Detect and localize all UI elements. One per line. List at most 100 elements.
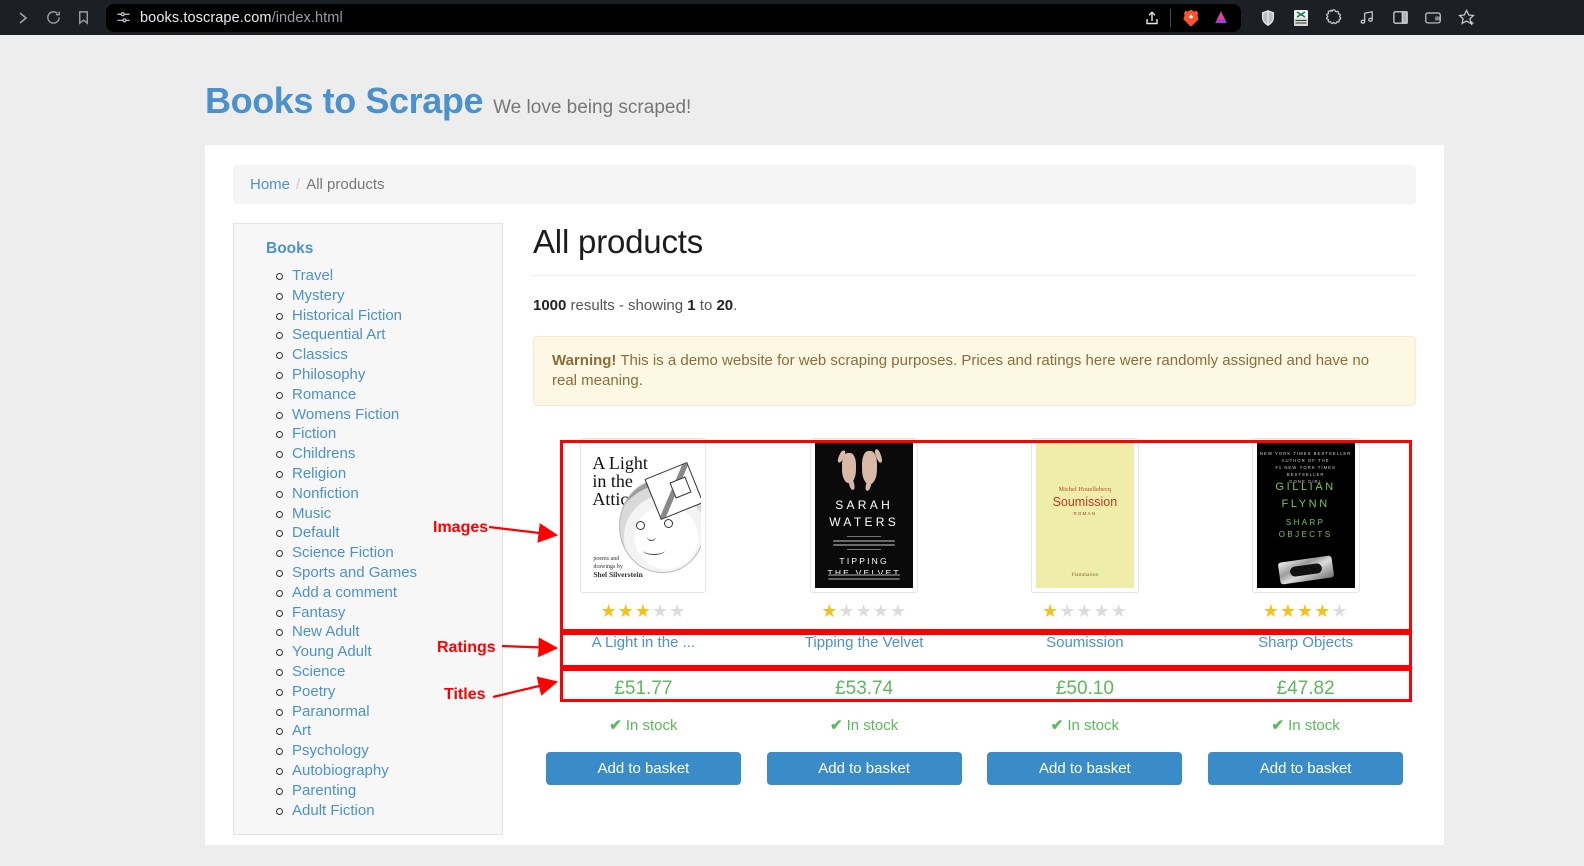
sidebar-item-label[interactable]: Sports and Games [292,564,417,581]
sidebar-item-label[interactable]: Default [292,524,340,541]
sidebar-item-classics[interactable]: Classics [276,345,502,365]
sidebar-item-womens-fiction[interactable]: Womens Fiction [276,405,502,425]
brave-lion-icon[interactable] [1181,8,1201,28]
product-thumbnail[interactable]: A Light in the Attic [533,425,754,595]
shield-icon[interactable] [1257,7,1279,29]
sidebar-item-autobiography[interactable]: Autobiography [276,761,502,781]
cover-tipping-the-velvet: SARAH WATERS TIPPING THE VELVET [815,443,913,588]
sidebar-item-poetry[interactable]: Poetry [276,682,502,702]
leo-ai-icon[interactable] [1211,8,1231,28]
sidebar-item-label[interactable]: Fantasy [292,604,345,621]
sidebar-item-label[interactable]: Philosophy [292,366,365,383]
rating-stars: ★★★★★ [1195,595,1416,627]
address-bar[interactable]: books.toscrape.com/index.html [106,4,1241,32]
sidebar-item-label[interactable]: Classics [292,346,348,363]
site-brand[interactable]: Books to Scrape [205,80,483,122]
sidebar-item-sequential-art[interactable]: Sequential Art [276,325,502,345]
star-icon: ★ [669,601,686,622]
sidebar-item-add-a-comment[interactable]: Add a comment [276,583,502,603]
sidebar-item-label[interactable]: Travel [292,267,333,284]
sidebar-item-parenting[interactable]: Parenting [276,781,502,801]
sidebar-item-label[interactable]: Add a comment [292,584,397,601]
sidebar-item-science-fiction[interactable]: Science Fiction [276,543,502,563]
product-title-link[interactable]: Tipping the Velvet [805,634,924,651]
sidebar-item-adult-fiction[interactable]: Adult Fiction [276,801,502,821]
sidebar-item-label[interactable]: Romance [292,386,356,403]
cover-author-text: SARAH WATERS [815,497,913,531]
sidebar-item-label[interactable]: Paranormal [292,703,370,720]
product-title-link[interactable]: Soumission [1046,634,1124,651]
product-title-link[interactable]: A Light in the ... [592,634,695,651]
sidebar-item-label[interactable]: Adult Fiction [292,802,375,819]
sidebar-item-label[interactable]: Young Adult [292,643,372,660]
site-settings-icon[interactable] [116,10,131,25]
add-to-basket-button[interactable]: Add to basket [546,752,741,785]
sidebar-title[interactable]: Books [234,240,502,266]
cover-sharp-objects: NEW YORK TIMES BESTSELLER AUTHOR OF THE … [1257,443,1355,588]
sidebar-item-mystery[interactable]: Mystery [276,286,502,306]
sidebar-item-art[interactable]: Art [276,721,502,741]
spreadsheet-extension-icon[interactable] [1290,7,1312,29]
sidebar-item-label[interactable]: Art [292,722,311,739]
sidebar-item-label[interactable]: Childrens [292,445,355,462]
forward-arrow-icon[interactable] [8,3,38,33]
music-note-icon[interactable] [1356,7,1378,29]
add-to-basket-button[interactable]: Add to basket [987,752,1182,785]
check-icon: ✔ [609,717,622,734]
product-thumbnail[interactable]: NEW YORK TIMES BESTSELLER AUTHOR OF THE … [1195,425,1416,595]
sidebar-item-label[interactable]: Parenting [292,782,356,799]
share-icon[interactable] [1144,10,1160,26]
sidebar-item-label[interactable]: Religion [292,465,346,482]
sidebar-toggle-icon[interactable] [1389,7,1411,29]
sidebar-item-label[interactable]: Fiction [292,425,336,442]
sidebar-item-label[interactable]: Science [292,663,345,680]
sidebar-item-new-adult[interactable]: New Adult [276,622,502,642]
page-title: All products [533,223,1416,276]
add-to-basket-button[interactable]: Add to basket [767,752,962,785]
sidebar-item-psychology[interactable]: Psychology [276,741,502,761]
product-title-link[interactable]: Sharp Objects [1258,634,1353,651]
add-to-basket-button[interactable]: Add to basket [1208,752,1403,785]
sidebar-item-label[interactable]: Science Fiction [292,544,394,561]
reload-icon[interactable] [38,3,68,33]
breadcrumb-home-link[interactable]: Home [250,176,290,193]
sidebar-item-romance[interactable]: Romance [276,385,502,405]
sidebar-item-nonfiction[interactable]: Nonfiction [276,484,502,504]
sidebar-item-historical-fiction[interactable]: Historical Fiction [276,306,502,326]
cover-quote-lines [824,572,904,582]
sidebar-item-childrens[interactable]: Childrens [276,444,502,464]
add-favorite-star-icon[interactable] [1455,7,1477,29]
extension-icons [1257,7,1477,29]
sidebar-item-religion[interactable]: Religion [276,464,502,484]
puzzle-extension-icon[interactable] [1323,7,1345,29]
sidebar-item-default[interactable]: Default [276,523,502,543]
sidebar-item-label[interactable]: Autobiography [292,762,389,779]
sidebar-item-travel[interactable]: Travel [276,266,502,286]
sidebar-item-label[interactable]: Psychology [292,742,369,759]
product-thumbnail[interactable]: Michel Houellebecq Soumission ROMAN Flam… [975,425,1196,595]
sidebar-item-label[interactable]: Sequential Art [292,326,385,343]
bookmark-icon[interactable] [68,3,98,33]
sidebar-item-label[interactable]: Womens Fiction [292,406,399,423]
sidebar-item-fiction[interactable]: Fiction [276,424,502,444]
sidebar-item-science[interactable]: Science [276,662,502,682]
sidebar-item-label[interactable]: Mystery [292,287,345,304]
sidebar-item-paranormal[interactable]: Paranormal [276,702,502,722]
sidebar-item-fantasy[interactable]: Fantasy [276,603,502,623]
sidebar-item-young-adult[interactable]: Young Adult [276,642,502,662]
sidebar-item-music[interactable]: Music [276,504,502,524]
sidebar-item-label[interactable]: Historical Fiction [292,307,402,324]
sidebar-item-label[interactable]: Poetry [292,683,335,700]
product-title-row: Tipping the Velvet [754,627,975,657]
star-icon: ★ [601,601,618,622]
product-thumbnail[interactable]: SARAH WATERS TIPPING THE VELVET [754,425,975,595]
sidebar-item-philosophy[interactable]: Philosophy [276,365,502,385]
main-content: All products 1000 results - showing 1 to… [533,223,1416,835]
sidebar-item-label[interactable]: Music [292,505,331,522]
wallet-icon[interactable] [1422,7,1444,29]
sidebar-item-sports-and-games[interactable]: Sports and Games [276,563,502,583]
sidebar-item-label[interactable]: New Adult [292,623,360,640]
rating-stars: ★★★★★ [975,595,1196,627]
sidebar-item-label[interactable]: Nonfiction [292,485,359,502]
star-icon: ★ [856,601,873,622]
